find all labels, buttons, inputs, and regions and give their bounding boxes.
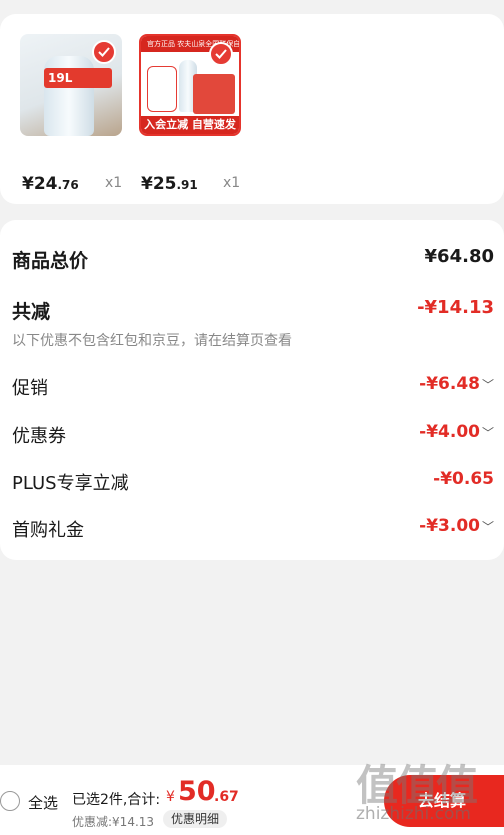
- product-qty-1: x1: [105, 175, 123, 191]
- first-purchase-gift-label: 首购礼金: [12, 520, 84, 541]
- promo-label: 促销: [12, 378, 48, 399]
- product-image-1[interactable]: 19L: [20, 34, 122, 136]
- plus-discount-value: -¥0.65: [433, 469, 494, 489]
- checkout-button[interactable]: 去结算: [384, 775, 504, 827]
- product-label-19l: 19L: [44, 68, 112, 88]
- select-all-radio[interactable]: [0, 791, 20, 811]
- checkout-bar: 全选 已选2件,合计: ¥ 50 .67 优惠减:¥14.13 优惠明细 去结算: [0, 765, 504, 835]
- chevron-down-icon: ﹀: [482, 377, 495, 392]
- total-reduce-value: -¥14.13: [417, 297, 494, 318]
- discount-amount-text: 优惠减:¥14.13: [72, 815, 155, 829]
- chevron-down-icon: ﹀: [482, 425, 495, 440]
- price-summary-card: 商品总价 ¥64.80 共减 -¥14.13 以下优惠不包含红包和京豆，请在结算…: [0, 220, 504, 560]
- product-promo-strip: 入会立减 自营速发: [141, 116, 239, 134]
- selected-check-icon[interactable]: [92, 40, 116, 64]
- total-yen-symbol: ¥: [166, 789, 175, 805]
- total-price-value: ¥64.80: [424, 246, 494, 267]
- product-image-2[interactable]: 官方正品 农夫山泉全国联保自营旗舰店 入会立减 自营速发: [139, 34, 241, 136]
- total-amount-int: 50: [178, 776, 216, 807]
- water-case-graphic: [193, 74, 235, 114]
- product-qty-2: x1: [223, 175, 241, 191]
- product-badge: [147, 66, 177, 112]
- selected-check-icon[interactable]: [209, 42, 233, 66]
- total-amount-cents: .67: [214, 789, 239, 805]
- product-card: 19L 官方正品 农夫山泉全国联保自营旗舰店 入会立减 自营速发 ¥24.76 …: [0, 14, 504, 204]
- total-price-label: 商品总价: [12, 250, 89, 272]
- discount-detail-button[interactable]: 优惠明细: [163, 810, 228, 828]
- selected-count-text: 已选2件,合计:: [72, 792, 161, 808]
- select-all-label[interactable]: 全选: [28, 792, 58, 813]
- total-reduce-label: 共减: [12, 301, 51, 323]
- product-price-2: ¥25.91: [141, 174, 198, 194]
- first-purchase-gift-value[interactable]: -¥3.00 ﹀: [419, 516, 494, 536]
- coupon-label: 优惠券: [12, 426, 66, 447]
- coupon-value[interactable]: -¥4.00 ﹀: [419, 422, 494, 442]
- discount-note: 以下优惠不包含红包和京豆，请在结算页查看: [12, 333, 292, 349]
- product-price-1: ¥24.76: [22, 174, 79, 194]
- promo-value[interactable]: -¥6.48 ﹀: [419, 374, 494, 394]
- plus-discount-label: PLUS专享立减: [12, 473, 129, 494]
- chevron-down-icon: ﹀: [482, 519, 495, 534]
